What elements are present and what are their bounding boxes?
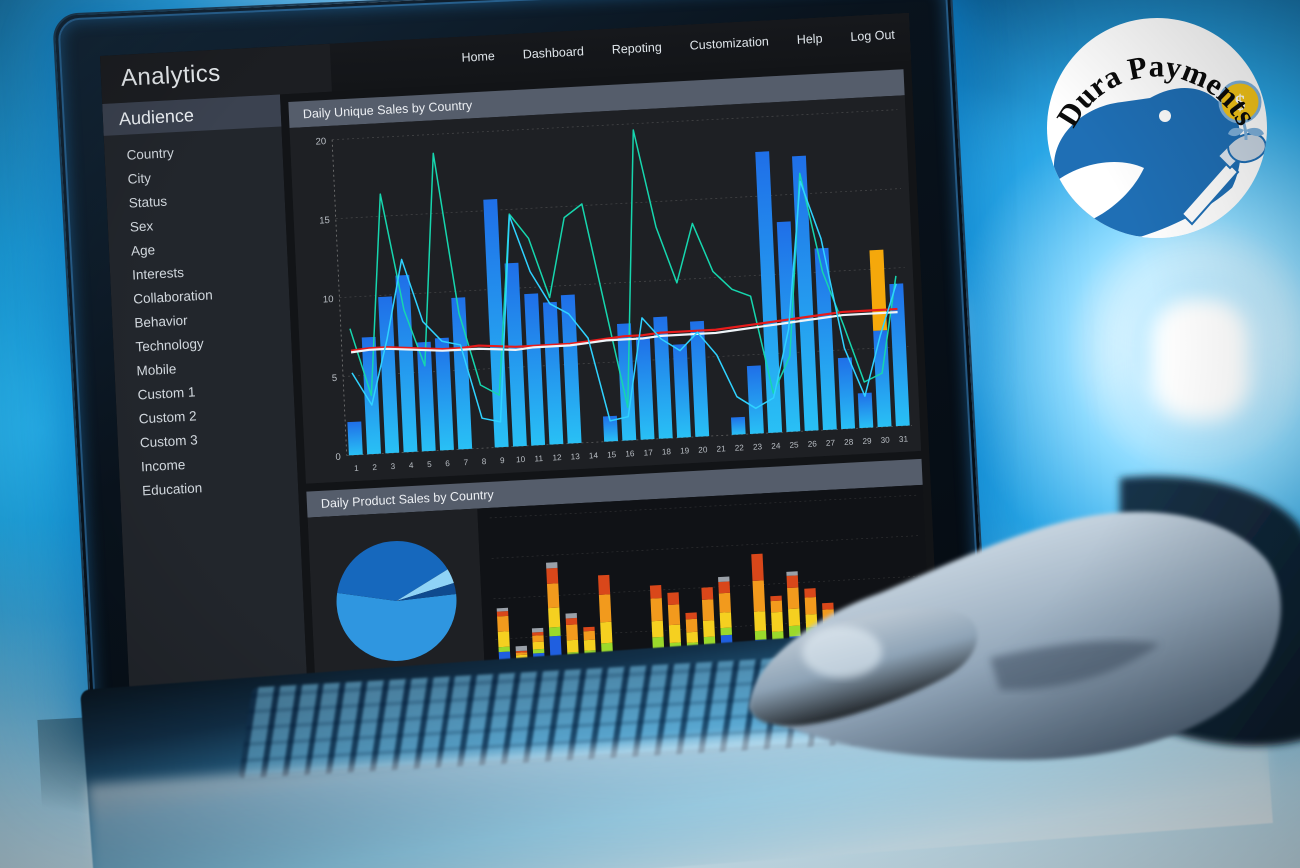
svg-text:20: 20 [315, 136, 326, 148]
svg-text:28: 28 [844, 437, 854, 446]
brand-logo: $ Dura Payments [1047, 18, 1267, 238]
svg-text:10: 10 [516, 455, 526, 464]
svg-text:29: 29 [862, 436, 872, 445]
panel-daily-unique-sales: Daily Unique Sales by Country 0 5 10 15 20 1 2… [288, 69, 922, 484]
svg-text:27: 27 [826, 438, 836, 447]
svg-text:18: 18 [662, 447, 672, 456]
svg-text:17: 17 [643, 448, 653, 457]
svg-text:2: 2 [372, 463, 377, 472]
svg-text:25: 25 [789, 440, 799, 449]
svg-text:31: 31 [899, 435, 909, 444]
page-title: Analytics [120, 59, 222, 92]
nav-item-customization[interactable]: Customization [686, 32, 772, 55]
screenshot-stage: Analytics Home Dashboard Repoting Custom… [0, 0, 1300, 868]
chart-daily-unique-sales[interactable]: 0 5 10 15 20 1 2 3 4 5 6 7 8 9 10 11 12 13 14 15 16 17 18 19 20 2… [289, 95, 922, 484]
svg-text:10: 10 [323, 294, 334, 306]
svg-text:24: 24 [771, 441, 781, 450]
svg-text:15: 15 [319, 215, 330, 227]
sidebar: Audience Country City Status Sex Age Int… [102, 94, 309, 716]
nav-item-dashboard[interactable]: Dashboard [519, 42, 587, 64]
laptop-screen: Analytics Home Dashboard Repoting Custom… [100, 12, 940, 716]
nav-item-help[interactable]: Help [793, 29, 826, 49]
svg-text:5: 5 [332, 373, 338, 384]
nav-item-logout[interactable]: Log Out [847, 26, 898, 47]
svg-text:16: 16 [625, 449, 635, 458]
svg-text:23: 23 [753, 442, 763, 451]
svg-text:8: 8 [482, 457, 487, 466]
svg-text:3: 3 [390, 462, 395, 471]
svg-text:21: 21 [716, 444, 726, 453]
svg-text:22: 22 [735, 443, 745, 452]
svg-text:19: 19 [680, 446, 690, 455]
svg-text:0: 0 [335, 452, 341, 463]
svg-text:7: 7 [463, 458, 468, 467]
nav-item-reporting[interactable]: Repoting [608, 38, 665, 59]
nav-item-home[interactable]: Home [458, 47, 498, 67]
sidebar-list: Country City Status Sex Age Interests Co… [104, 126, 299, 503]
svg-text:9: 9 [500, 456, 505, 465]
svg-text:4: 4 [409, 461, 414, 470]
dashboard-content: Daily Unique Sales by Country 0 5 10 15 20 1 2… [279, 60, 940, 706]
svg-text:15: 15 [607, 450, 617, 459]
svg-text:20: 20 [698, 445, 708, 454]
svg-text:30: 30 [880, 436, 890, 445]
svg-text:1: 1 [354, 464, 359, 473]
svg-text:13: 13 [570, 452, 580, 461]
svg-text:5: 5 [427, 460, 432, 469]
svg-text:14: 14 [589, 451, 599, 460]
svg-text:6: 6 [445, 459, 450, 468]
svg-text:11: 11 [534, 454, 543, 463]
chart-svg-top: 051015201 2 3 4 5 6 7 8 9 10 11 12 13 14 15 16 17 18 19 20 2… [315, 109, 912, 473]
svg-text:26: 26 [808, 439, 818, 448]
svg-text:12: 12 [552, 453, 562, 462]
